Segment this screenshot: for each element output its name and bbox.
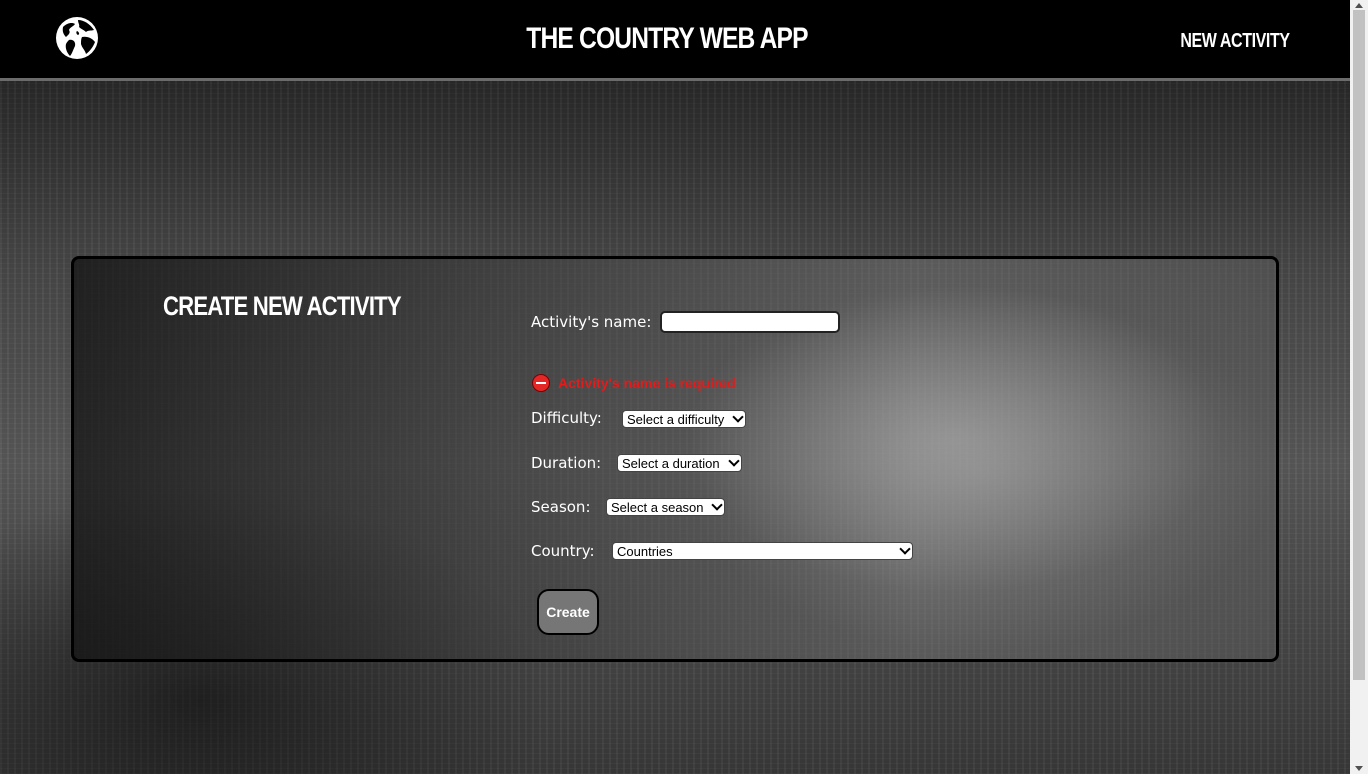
chevron-down-icon bbox=[732, 411, 744, 423]
season-select[interactable]: Select a season bbox=[606, 498, 725, 516]
difficulty-label: Difficulty: bbox=[531, 409, 602, 427]
scrollbar-thumb[interactable] bbox=[1353, 10, 1365, 680]
chevron-down-icon bbox=[728, 455, 740, 467]
navbar: THE COUNTRY WEB APP NEW ACTIVITY bbox=[0, 0, 1350, 81]
activity-name-label: Activity's name: bbox=[531, 313, 652, 331]
season-label: Season: bbox=[531, 498, 591, 516]
form-title: CREATE NEW ACTIVITY bbox=[163, 291, 402, 321]
difficulty-select[interactable]: Select a difficulty bbox=[622, 410, 746, 428]
vertical-scrollbar[interactable] bbox=[1350, 0, 1368, 774]
difficulty-selected-value: Select a difficulty bbox=[627, 411, 725, 427]
error-text: Activity's name is required bbox=[558, 375, 736, 391]
app-title: THE COUNTRY WEB APP bbox=[526, 22, 808, 55]
duration-select[interactable]: Select a duration bbox=[617, 454, 742, 472]
duration-selected-value: Select a duration bbox=[622, 455, 720, 471]
scroll-up-icon[interactable] bbox=[1355, 3, 1363, 8]
page-background: THE COUNTRY WEB APP NEW ACTIVITY CREATE … bbox=[0, 0, 1350, 774]
scroll-down-icon[interactable] bbox=[1355, 766, 1363, 771]
globe-icon[interactable] bbox=[54, 15, 100, 61]
create-button[interactable]: Create bbox=[537, 589, 599, 635]
season-selected-value: Select a season bbox=[611, 499, 704, 515]
chevron-down-icon bbox=[711, 499, 723, 511]
country-selected-value: Countries bbox=[617, 543, 673, 559]
chevron-down-icon bbox=[899, 543, 911, 555]
new-activity-link[interactable]: NEW ACTIVITY bbox=[1181, 30, 1291, 53]
no-entry-icon bbox=[532, 374, 550, 392]
create-activity-card: CREATE NEW ACTIVITY Activity's name: Act… bbox=[71, 256, 1279, 662]
country-label: Country: bbox=[531, 542, 595, 560]
duration-label: Duration: bbox=[531, 454, 602, 472]
activity-name-input[interactable] bbox=[660, 311, 840, 333]
name-error-message: Activity's name is required bbox=[532, 374, 736, 392]
country-select[interactable]: Countries bbox=[612, 542, 913, 560]
